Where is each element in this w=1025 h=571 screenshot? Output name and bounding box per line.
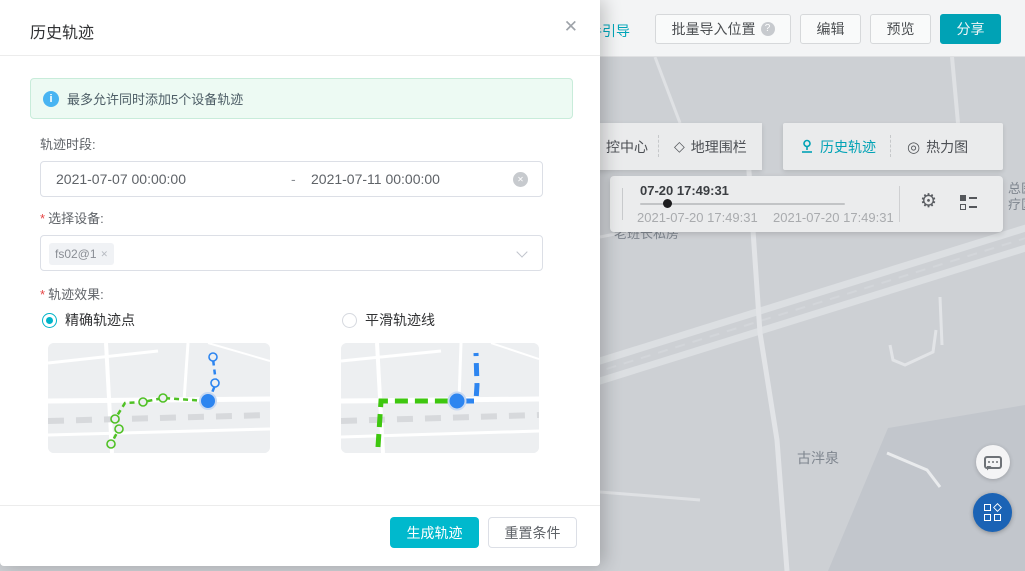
tab-history-track[interactable]: 历史轨迹 — [786, 123, 890, 170]
effect-label: *轨迹效果: — [40, 284, 104, 303]
timeline-divider — [899, 186, 900, 222]
preview-button[interactable]: 预览 — [870, 14, 931, 44]
close-icon[interactable]: ✕ — [564, 17, 578, 37]
tag-remove-icon[interactable]: ✕ — [101, 249, 109, 260]
tab-separator — [890, 135, 891, 157]
preview-label: 预览 — [887, 19, 915, 39]
timeline-panel: 07-20 17:49:31 2021-07-20 17:49:31 2021-… — [610, 176, 1003, 232]
question-icon[interactable]: ? — [761, 22, 775, 36]
gear-icon[interactable]: ⚙ — [920, 191, 937, 213]
edit-button[interactable]: 编辑 — [800, 14, 861, 44]
footer-divider — [0, 505, 600, 506]
timeline-slider-handle[interactable] — [663, 199, 672, 208]
timeline-current-time: 07-20 17:49:31 — [640, 183, 729, 198]
radio-smooth-label: 平滑轨迹线 — [365, 310, 435, 330]
dialog-title: 历史轨迹 — [30, 19, 94, 43]
geofence-icon: ◇ — [674, 138, 685, 155]
tab-center-label: 控中心 — [606, 137, 648, 157]
chevron-down-icon[interactable] — [516, 246, 527, 257]
tab-geofence[interactable]: ◇ 地理围栏 — [660, 123, 761, 170]
device-select[interactable]: fs02@1 ✕ — [40, 235, 543, 271]
device-label: *选择设备: — [40, 208, 104, 227]
precise-track-preview — [48, 343, 270, 453]
date-start-value[interactable]: 2021-07-07 00:00:00 — [56, 171, 186, 187]
date-range-input[interactable]: 2021-07-07 00:00:00 - 2021-07-11 00:00:0… — [40, 161, 543, 197]
timeline-range-start: 2021-07-20 17:49:31 — [637, 210, 758, 225]
radio-selected-icon — [42, 313, 57, 328]
device-tag-label: fs02@1 — [55, 247, 97, 261]
info-icon: i — [43, 91, 59, 107]
info-alert: i 最多允许同时添加5个设备轨迹 — [30, 78, 573, 119]
tab-group-right: 历史轨迹 ◎ 热力图 — [783, 123, 1003, 170]
map-label-hospital-line2: 疗区 — [1008, 197, 1025, 213]
reset-conditions-button[interactable]: 重置条件 — [488, 517, 577, 548]
track-pin-icon — [800, 139, 814, 154]
share-button[interactable]: 分享 — [940, 14, 1001, 44]
apps-grid-icon — [984, 504, 1001, 521]
share-label: 分享 — [957, 19, 985, 39]
timeline-range-end: 2021-07-20 17:49:31 — [773, 210, 894, 225]
device-tag: fs02@1 ✕ — [49, 243, 114, 265]
device-label-text: 选择设备: — [48, 211, 104, 226]
radio-precise-label: 精确轨迹点 — [65, 310, 135, 330]
map-label-spring: 古泮泉 — [797, 448, 839, 468]
clear-icon[interactable]: ✕ — [513, 172, 528, 187]
feedback-button[interactable] — [976, 445, 1010, 479]
date-separator: - — [291, 171, 296, 187]
period-label-text: 轨迹时段: — [40, 137, 96, 152]
tab-separator — [658, 135, 659, 157]
dialog-header: 历史轨迹 ✕ — [0, 0, 600, 56]
effect-label-text: 轨迹效果: — [48, 287, 104, 302]
batch-import-button[interactable]: 批量导入位置 ? — [655, 14, 791, 44]
history-track-dialog: 历史轨迹 ✕ i 最多允许同时添加5个设备轨迹 轨迹时段: 2021-07-07… — [0, 0, 600, 566]
period-label: 轨迹时段: — [40, 134, 96, 153]
track-list-icon[interactable] — [960, 195, 978, 212]
alert-text: 最多允许同时添加5个设备轨迹 — [67, 89, 243, 108]
generate-track-button[interactable]: 生成轨迹 — [390, 517, 479, 548]
tab-history-label: 历史轨迹 — [820, 137, 876, 157]
edit-label: 编辑 — [817, 19, 845, 39]
radio-smooth-line[interactable]: 平滑轨迹线 — [342, 310, 435, 330]
map-label-hospital-line1: 总医 — [1008, 181, 1025, 197]
heatmap-icon: ◎ — [907, 138, 920, 156]
required-mark: * — [40, 287, 45, 302]
required-mark: * — [40, 211, 45, 226]
date-end-value[interactable]: 2021-07-11 00:00:00 — [311, 171, 440, 187]
radio-unselected-icon — [342, 313, 357, 328]
chat-bubble-icon — [984, 456, 1002, 469]
widgets-button[interactable] — [973, 493, 1012, 532]
batch-import-label: 批量导入位置 — [672, 19, 756, 39]
smooth-track-preview — [341, 343, 539, 453]
tab-heatmap-label: 热力图 — [926, 137, 968, 157]
timeline-tick — [622, 188, 623, 220]
radio-precise-points[interactable]: 精确轨迹点 — [42, 310, 135, 330]
tab-center[interactable]: 控中心 — [592, 123, 662, 170]
app-screen: 老班长私房 古泮泉 总医 疗区 手引导 批量导入位置 ? 编辑 预览 分享 控中… — [0, 0, 1025, 571]
tab-geofence-label: 地理围栏 — [691, 137, 747, 157]
tab-heatmap[interactable]: ◎ 热力图 — [893, 123, 982, 170]
map-label-hospital: 总医 疗区 — [1008, 181, 1025, 213]
